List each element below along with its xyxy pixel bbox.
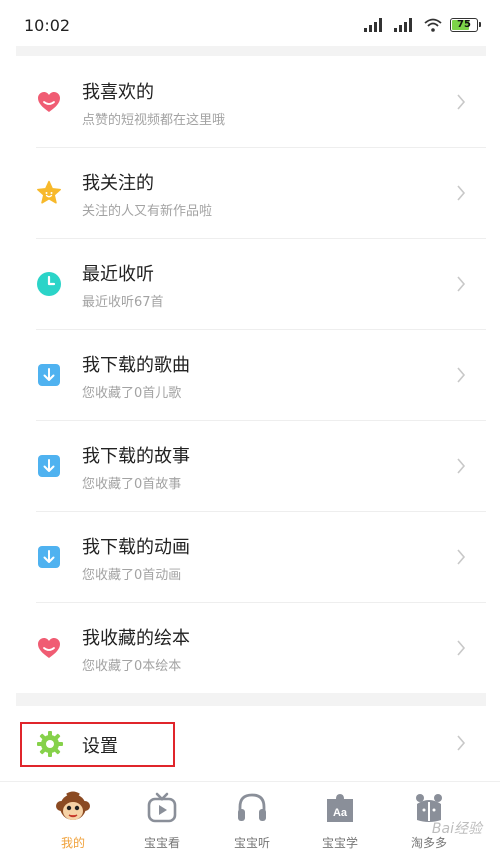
signal-icon xyxy=(364,18,382,32)
menu-row-title: 我喜欢的 xyxy=(82,82,154,103)
section-divider-top xyxy=(16,46,486,56)
menu-row[interactable]: 我收藏的绘本您收藏了0本绘本 xyxy=(16,602,486,693)
watermark: Bai经验 xyxy=(431,821,482,837)
menu-row[interactable]: 我喜欢的点赞的短视频都在这里哦 xyxy=(16,56,486,147)
puzzle-aa-icon: Aa xyxy=(327,794,353,822)
menu-row-subtitle: 关注的人又有新作品啦 xyxy=(82,204,213,219)
tab-label: 宝宝看 xyxy=(143,836,180,850)
menu-row[interactable]: 我关注的关注的人又有新作品啦 xyxy=(16,147,486,238)
chevron-right-icon xyxy=(457,735,466,751)
menu-row-title: 我收藏的绘本 xyxy=(82,628,190,649)
heart-icon xyxy=(38,638,60,658)
menu-row-subtitle: 您收藏了0首动画 xyxy=(82,568,182,583)
chevron-right-icon xyxy=(457,94,466,110)
profile-menu-list: 我喜欢的点赞的短视频都在这里哦我关注的关注的人又有新作品啦最近收听最近收听67首… xyxy=(16,56,486,693)
chevron-right-icon xyxy=(457,458,466,474)
menu-row[interactable]: 最近收听最近收听67首 xyxy=(16,238,486,329)
menu-row-subtitle: 您收藏了0本绘本 xyxy=(82,659,182,674)
tab-item[interactable]: 宝宝听 xyxy=(207,790,297,856)
bottom-tab-bar: 我的 宝宝看 宝宝听 Aa 宝宝学 淘多多 xyxy=(0,781,500,861)
chevron-right-icon xyxy=(457,549,466,565)
tab-label: 宝宝学 xyxy=(321,836,358,850)
menu-row-title: 我下载的故事 xyxy=(82,446,190,467)
download-icon xyxy=(38,364,60,386)
headphones-icon xyxy=(238,793,266,821)
chevron-right-icon xyxy=(457,185,466,201)
chevron-right-icon xyxy=(457,640,466,656)
settings-row[interactable]: 设置 xyxy=(16,706,486,781)
menu-row[interactable]: 我下载的动画您收藏了0首动画 xyxy=(16,511,486,602)
menu-row-subtitle: 最近收听67首 xyxy=(82,295,164,310)
tab-label: 我的 xyxy=(60,836,85,850)
tab-item[interactable]: 宝宝看 xyxy=(117,790,207,856)
chevron-right-icon xyxy=(457,367,466,383)
tab-item[interactable]: 我的 xyxy=(28,790,118,856)
menu-row-subtitle: 点赞的短视频都在这里哦 xyxy=(82,113,226,128)
status-icons: 75 xyxy=(364,17,481,33)
menu-row[interactable]: 我下载的故事您收藏了0首故事 xyxy=(16,420,486,511)
menu-row-subtitle: 您收藏了0首故事 xyxy=(82,477,182,492)
chevron-right-icon xyxy=(457,276,466,292)
menu-row-title: 我关注的 xyxy=(82,173,154,194)
tab-label: 宝宝听 xyxy=(233,836,270,850)
download-icon xyxy=(38,455,60,477)
status-bar: 10:02 75 xyxy=(0,0,500,46)
menu-row-title: 最近收听 xyxy=(82,264,154,285)
download-icon xyxy=(38,546,60,568)
svg-text:Aa: Aa xyxy=(333,807,348,819)
menu-row-title: 我下载的动画 xyxy=(82,537,190,558)
heart-icon xyxy=(38,92,60,112)
monkey-avatar-icon xyxy=(56,791,90,820)
tab-item[interactable]: Aa 宝宝学 xyxy=(295,790,385,856)
battery-icon: 75 xyxy=(450,18,481,32)
menu-row[interactable]: 我下载的歌曲您收藏了0首儿歌 xyxy=(16,329,486,420)
video-play-icon xyxy=(147,792,177,823)
menu-row-subtitle: 您收藏了0首儿歌 xyxy=(82,386,182,401)
star-icon xyxy=(37,180,61,204)
status-time: 10:02 xyxy=(24,16,71,35)
menu-row-title: 我下载的歌曲 xyxy=(82,355,190,376)
section-divider xyxy=(16,693,486,706)
settings-highlight-box xyxy=(20,722,175,767)
signal-icon-2 xyxy=(394,18,412,32)
wifi-icon xyxy=(424,18,442,32)
battery-level: 75 xyxy=(457,19,471,30)
clock-icon xyxy=(37,272,61,296)
